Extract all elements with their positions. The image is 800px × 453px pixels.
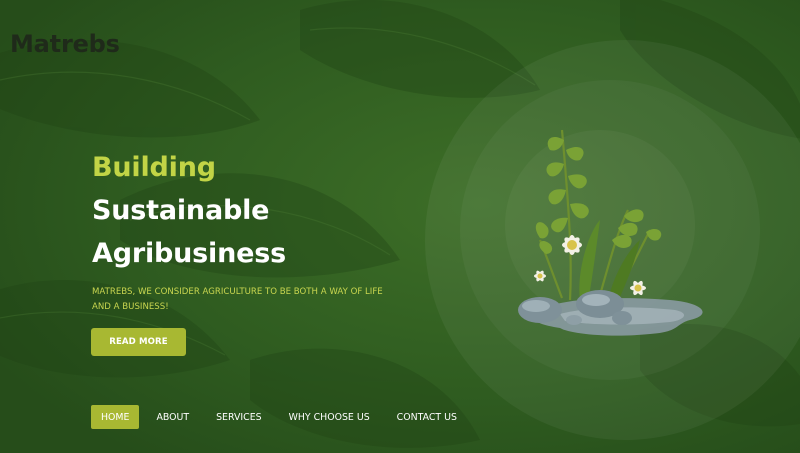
brand-logo[interactable]: Matrebs <box>10 30 120 58</box>
nav-item-contact-us[interactable]: CONTACT US <box>387 405 467 429</box>
read-more-button[interactable]: READ MORE <box>91 328 186 356</box>
nav-item-about[interactable]: ABOUT <box>146 405 199 429</box>
nav-item-why-choose-us[interactable]: WHY CHOOSE US <box>279 405 380 429</box>
bottom-nav: HOME ABOUT SERVICES WHY CHOOSE US CONTAC… <box>91 405 474 429</box>
hero-text: Building Sustainable Agribusiness MATREB… <box>92 146 412 315</box>
hero-headline-line-1: Building <box>92 152 216 183</box>
hero-subtitle: MATREBS, WE CONSIDER AGRICULTURE TO BE B… <box>92 287 383 312</box>
hero-headline-line-3: Agribusiness <box>92 238 286 269</box>
hero-page: Matrebs Building Sustainable Agribusines… <box>0 0 800 453</box>
nav-item-home[interactable]: HOME <box>91 405 140 429</box>
hero-headline-line-2: Sustainable <box>92 195 270 226</box>
nav-item-services[interactable]: SERVICES <box>206 405 271 429</box>
plant-illustration <box>518 129 703 336</box>
